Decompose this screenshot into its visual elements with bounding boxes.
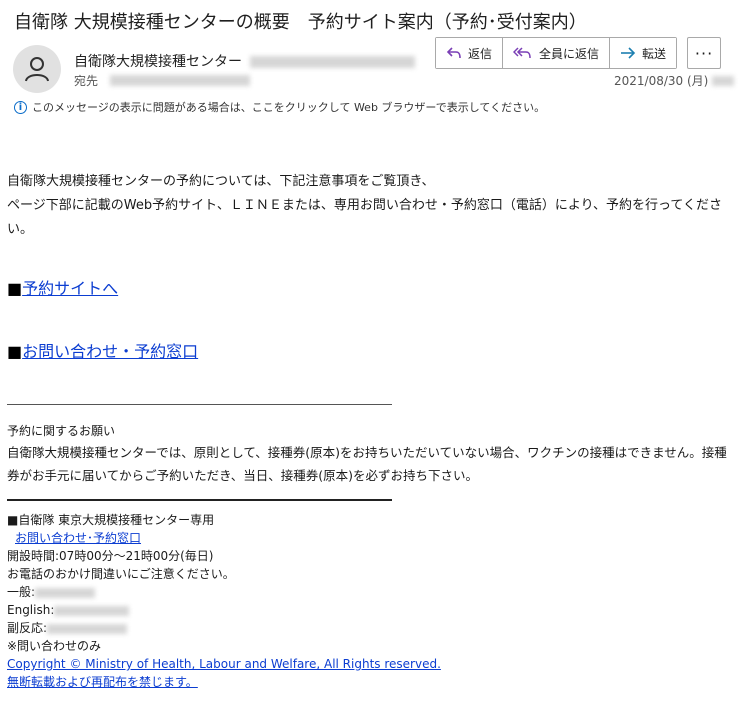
general-phone-row: 一般:: [7, 583, 732, 601]
notice-text: 自衛隊大規模接種センターでは、原則として、接種券(原本)をお持ちいただいていない…: [7, 445, 727, 483]
info-text[interactable]: このメッセージの表示に問題がある場合は、ここをクリックして Web ブラウザーで…: [32, 99, 545, 115]
general-label: 一般:: [7, 585, 36, 599]
date-text: 2021/08/30 (月): [614, 74, 709, 88]
side-effect-label: 副反応:: [7, 621, 48, 635]
forward-label: 転送: [642, 46, 667, 61]
no-reprint-link[interactable]: 無断転載および再配布を禁じます。: [7, 675, 198, 689]
hours-text: 開設時間:07時00分～21時00分(毎日): [7, 549, 214, 563]
info-icon: i: [14, 100, 27, 114]
inquiry-window-link[interactable]: お問い合わせ・予約窓口: [22, 342, 198, 361]
english-label: English:: [7, 603, 55, 617]
info-bar[interactable]: i このメッセージの表示に問題がある場合は、ここをクリックして Web ブラウザ…: [14, 99, 545, 115]
english-phone-redacted: [54, 605, 130, 616]
inquiry-only-note: ※問い合わせのみ: [7, 639, 102, 653]
copyright-link[interactable]: Copyright © Ministry of Health, Labour a…: [7, 657, 441, 671]
caution-text: お電話のおかけ間違いにご注意ください。: [7, 567, 235, 581]
general-phone-redacted: [35, 587, 96, 598]
footer-inquiry-link[interactable]: お問い合わせ･予約窓口: [15, 531, 141, 545]
copyright-row: Copyright © Ministry of Health, Labour a…: [7, 655, 732, 673]
footer-link-row: お問い合わせ･予約窓口: [7, 529, 732, 547]
message-actions: 返信 全員に返信 転送 ···: [435, 37, 722, 69]
reply-all-label: 全員に返信: [539, 46, 600, 61]
sender-name[interactable]: 自衛隊大規模接種センター: [74, 54, 242, 70]
reply-icon: [446, 47, 461, 59]
sender-address-redacted: [250, 56, 416, 68]
sender-avatar[interactable]: [13, 45, 61, 93]
to-label: 宛先: [74, 74, 99, 88]
time-redacted: [712, 75, 735, 86]
forward-icon: [621, 47, 636, 59]
reply-label: 返信: [468, 46, 493, 61]
reply-button[interactable]: 返信: [436, 38, 503, 68]
reply-button-group: 返信 全員に返信 転送: [435, 37, 678, 69]
reply-all-button[interactable]: 全員に返信: [502, 38, 610, 68]
bullet-square: ■: [7, 279, 23, 298]
side-effect-phone-row: 副反応:: [7, 619, 732, 637]
sender-line: 自衛隊大規模接種センター: [74, 51, 416, 71]
footer-title: ■自衛隊 東京大規模接種センター専用: [7, 513, 215, 527]
side-effect-phone-redacted: [47, 623, 128, 634]
message-body: 自衛隊大規模接種センターの予約については、下記注意事項をご覧頂き、 ページ下部に…: [7, 170, 732, 691]
message-date: 2021/08/30 (月): [614, 72, 735, 89]
forward-button[interactable]: 転送: [609, 38, 677, 68]
reply-all-icon: [513, 47, 531, 59]
intro-line-2: ページ下部に記載のWeb予約サイト、ＬＩＮＥまたは、専用お問い合わせ・予約窓口（…: [7, 198, 723, 237]
more-actions-button[interactable]: ···: [687, 37, 722, 69]
recipient-redacted: [110, 75, 251, 86]
person-icon: [25, 57, 49, 82]
reservation-site-link[interactable]: 予約サイトへ: [22, 279, 118, 298]
inquiry-link-row: ■お問い合わせ・予約窓口: [7, 339, 732, 367]
notice-title: 予約に関するお願い: [7, 424, 116, 438]
more-icon: ···: [694, 43, 714, 63]
reservation-link-row: ■予約サイトへ: [7, 276, 732, 304]
intro-line-1: 自衛隊大規模接種センターの予約については、下記注意事項をご覧頂き、: [7, 174, 435, 189]
no-reprint-row: 無断転載および再配布を禁じます。: [7, 673, 732, 691]
email-subject: 自衛隊 大規模接種センターの概要 予約サイト案内（予約･受付案内）: [14, 12, 587, 33]
bullet-square: ■: [7, 342, 23, 361]
english-phone-row: English:: [7, 601, 732, 619]
recipient-line: 宛先: [74, 72, 251, 89]
